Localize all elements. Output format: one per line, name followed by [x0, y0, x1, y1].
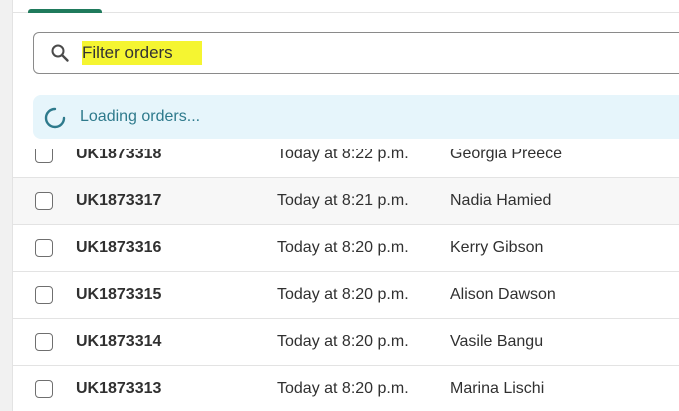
- filter-orders-field[interactable]: [33, 32, 679, 74]
- order-customer: Kerry Gibson: [450, 239, 544, 256]
- loading-text: Loading orders...: [80, 108, 201, 125]
- row-checkbox[interactable]: [35, 380, 53, 398]
- order-date: Today at 8:21 p.m.: [277, 192, 409, 209]
- table-row[interactable]: UK1873313 Today at 8:20 p.m. Marina Lisc…: [13, 366, 679, 411]
- loading-banner: Loading orders...: [33, 95, 679, 139]
- order-date: Today at 8:20 p.m.: [277, 239, 409, 256]
- orders-table: UK1873318 Today at 8:22 p.m. Georgia Pre…: [13, 131, 679, 411]
- table-row[interactable]: UK1873315 Today at 8:20 p.m. Alison Daws…: [13, 272, 679, 319]
- row-checkbox[interactable]: [35, 192, 53, 210]
- order-number[interactable]: UK1873315: [76, 286, 161, 304]
- order-customer: Marina Lischi: [450, 380, 545, 397]
- filter-orders-input[interactable]: [82, 41, 202, 65]
- order-date: Today at 8:20 p.m.: [277, 333, 409, 350]
- order-number[interactable]: UK1873313: [76, 380, 161, 398]
- order-date: Today at 8:20 p.m.: [277, 380, 409, 397]
- table-row[interactable]: UK1873314 Today at 8:20 p.m. Vasile Bang…: [13, 319, 679, 366]
- row-checkbox[interactable]: [35, 239, 53, 257]
- order-date: Today at 8:20 p.m.: [277, 286, 409, 303]
- tabs-bar: [13, 0, 679, 13]
- table-row[interactable]: UK1873316 Today at 8:20 p.m. Kerry Gibso…: [13, 225, 679, 272]
- order-customer: Nadia Hamied: [450, 192, 552, 209]
- table-row[interactable]: UK1873317 Today at 8:21 p.m. Nadia Hamie…: [13, 178, 679, 225]
- search-icon: [50, 43, 70, 63]
- order-number[interactable]: UK1873314: [76, 333, 161, 351]
- row-checkbox[interactable]: [35, 333, 53, 351]
- order-number[interactable]: UK1873317: [76, 192, 161, 210]
- spinner-icon: [43, 106, 67, 130]
- order-number[interactable]: UK1873316: [76, 239, 161, 257]
- order-customer: Alison Dawson: [450, 286, 556, 303]
- order-customer: Vasile Bangu: [450, 333, 544, 350]
- row-checkbox[interactable]: [35, 286, 53, 304]
- orders-card: UK1873318 Today at 8:22 p.m. Georgia Pre…: [12, 0, 679, 411]
